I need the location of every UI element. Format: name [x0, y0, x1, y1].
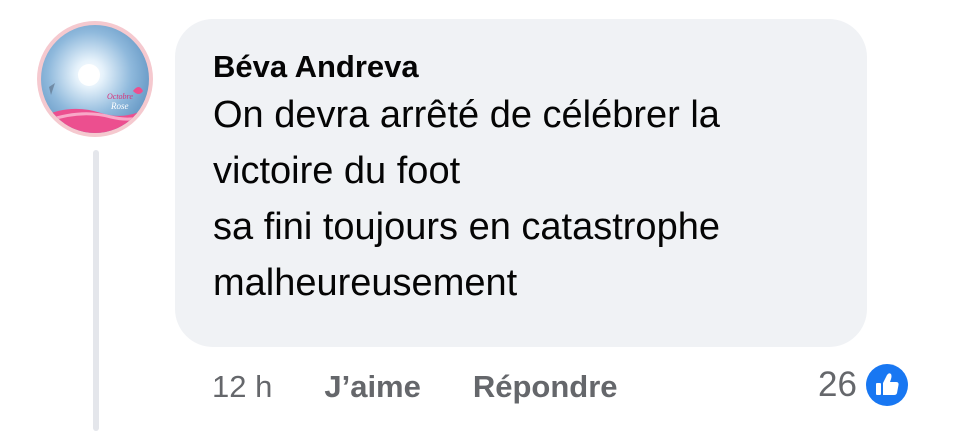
comment-actions: 12 h J’aime Répondre: [212, 364, 618, 410]
thumbs-up-icon: [862, 361, 911, 409]
like-button[interactable]: J’aime: [324, 369, 421, 405]
svg-text:Rose: Rose: [110, 101, 129, 111]
reaction-summary[interactable]: 26: [818, 361, 911, 409]
comment-text-line: victoire du foot: [213, 150, 461, 192]
comment-author[interactable]: Béva Andreva: [213, 49, 831, 85]
comment-bubble: Béva Andreva On devra arrêté de célébrer…: [175, 19, 867, 347]
comment-text-line: sa fini toujours en catastrophe: [213, 206, 720, 248]
avatar-image: Octobre Rose: [41, 25, 149, 133]
reply-button[interactable]: Répondre: [473, 369, 618, 405]
comment-text-line: malheureusement: [213, 262, 518, 304]
reaction-count: 26: [818, 365, 857, 404]
svg-text:Octobre: Octobre: [107, 92, 133, 101]
comment-timestamp[interactable]: 12 h: [212, 369, 272, 405]
comment-container: Octobre Rose Béva Andreva On devra arrêt…: [0, 0, 960, 431]
avatar[interactable]: Octobre Rose: [37, 21, 153, 137]
thread-line: [93, 150, 99, 431]
comment-text-line: On devra arrêté de célébrer la: [213, 94, 720, 136]
